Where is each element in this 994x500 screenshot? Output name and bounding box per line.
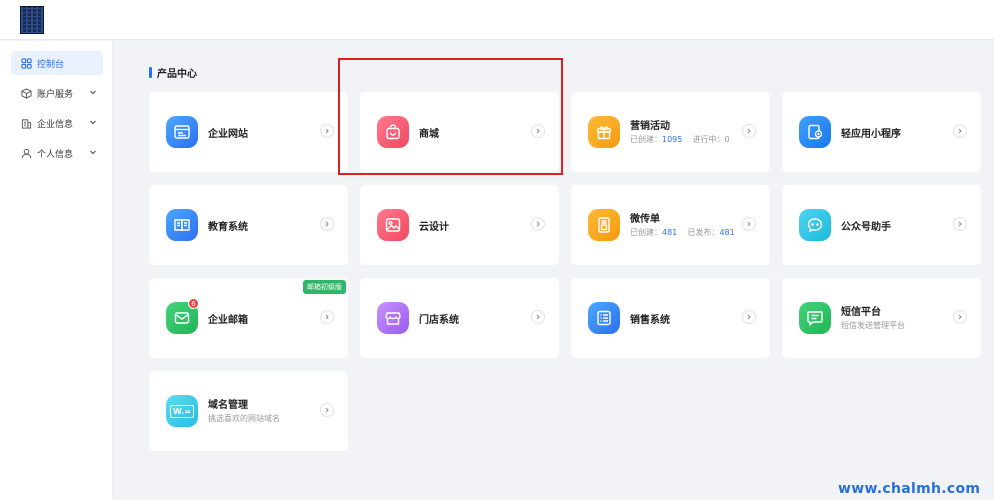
- created-count: 1095: [662, 135, 683, 144]
- chevron-right-icon[interactable]: [531, 217, 545, 231]
- user-icon: [21, 148, 32, 158]
- sidebar-item-personal-info[interactable]: 个人信息: [11, 141, 103, 165]
- chevron-right-icon[interactable]: [531, 124, 545, 138]
- image-icon: [377, 209, 409, 241]
- sidebar-item-account-service[interactable]: 账户服务: [11, 81, 103, 105]
- book-icon: [166, 209, 198, 241]
- building-icon: [21, 118, 32, 129]
- chevron-right-icon[interactable]: [953, 124, 967, 138]
- chevron-down-icon: [90, 120, 96, 125]
- card-name: 微传单: [630, 214, 660, 225]
- published-count: 481: [719, 228, 735, 237]
- card-name: 云设计: [419, 222, 449, 233]
- storefront-icon: [377, 302, 409, 334]
- card-name: 域名管理: [208, 400, 248, 411]
- in-progress-count: 0: [724, 135, 730, 144]
- card-sales-system[interactable]: 销售系统: [571, 278, 770, 358]
- chevron-right-icon[interactable]: [742, 124, 756, 138]
- card-domain-management[interactable]: W.= 域名管理 挑选喜欢的网站域名: [149, 371, 348, 451]
- card-name: 企业网站: [208, 129, 248, 140]
- card-name: 营销活动: [630, 121, 670, 132]
- card-stats: 已创建：1095 进行中：0: [630, 135, 730, 144]
- chevron-down-icon: [90, 90, 96, 95]
- unread-badge: 6: [188, 298, 199, 309]
- created-count: 481: [662, 228, 678, 237]
- top-bar: [0, 0, 994, 40]
- card-mini-program[interactable]: 轻应用小程序: [782, 92, 981, 172]
- card-name: 短信平台: [841, 307, 881, 318]
- shopping-bag-icon: [377, 116, 409, 148]
- chat-bubble-icon: [799, 209, 831, 241]
- card-enterprise-website[interactable]: 企业网站: [149, 92, 348, 172]
- card-name: 商城: [419, 129, 439, 140]
- card-cloud-design[interactable]: 云设计: [360, 185, 559, 265]
- card-name: 公众号助手: [841, 222, 891, 233]
- chevron-right-icon[interactable]: [742, 310, 756, 324]
- section-title-text: 产品中心: [157, 68, 197, 80]
- chevron-right-icon[interactable]: [953, 217, 967, 231]
- card-store-system[interactable]: 门店系统: [360, 278, 559, 358]
- sidebar-item-label: 个人信息: [37, 149, 74, 160]
- sidebar-item-dashboard[interactable]: 控制台: [11, 51, 103, 75]
- list-icon: [588, 302, 620, 334]
- card-stats: 已创建：481 已发布：481: [630, 228, 735, 237]
- card-marketing[interactable]: 营销活动 已创建：1095 进行中：0: [571, 92, 770, 172]
- card-name: 企业邮箱: [208, 315, 248, 326]
- card-name: 门店系统: [419, 315, 459, 326]
- card-education[interactable]: 教育系统: [149, 185, 348, 265]
- flyer-icon: [588, 209, 620, 241]
- chevron-right-icon[interactable]: [320, 403, 334, 417]
- chevron-right-icon[interactable]: [320, 124, 334, 138]
- gift-icon: [588, 116, 620, 148]
- logo[interactable]: [20, 6, 44, 34]
- chevron-right-icon[interactable]: [531, 310, 545, 324]
- sidebar: 控制台 账户服务 企业信息 个人信息: [0, 41, 113, 500]
- sidebar-item-label: 控制台: [37, 59, 65, 70]
- cube-icon: [21, 87, 32, 99]
- chevron-down-icon: [90, 150, 96, 155]
- domain-icon: W.=: [166, 395, 198, 427]
- card-description: 短信发送管理平台: [841, 321, 905, 330]
- card-name: 教育系统: [208, 222, 248, 233]
- chevron-right-icon[interactable]: [953, 310, 967, 324]
- card-wechat-assistant[interactable]: 公众号助手: [782, 185, 981, 265]
- mini-program-icon: [799, 116, 831, 148]
- domain-icon-text: W.=: [170, 404, 194, 418]
- grid-icon: [21, 57, 32, 69]
- chevron-right-icon[interactable]: [742, 217, 756, 231]
- card-enterprise-email[interactable]: 邮箱初级版 6 企业邮箱: [149, 278, 348, 358]
- card-description: 挑选喜欢的网站域名: [208, 414, 280, 423]
- card-micro-flyer[interactable]: 微传单 已创建：481 已发布：481: [571, 185, 770, 265]
- card-sms-platform[interactable]: 短信平台 短信发送管理平台: [782, 278, 981, 358]
- plan-ribbon: 邮箱初级版: [303, 280, 346, 294]
- message-icon: [799, 302, 831, 334]
- card-mall[interactable]: 商城: [360, 92, 559, 172]
- watermark: www.chalmh.com: [838, 481, 981, 497]
- sidebar-item-company-info[interactable]: 企业信息: [11, 111, 103, 135]
- sidebar-item-label: 企业信息: [37, 119, 74, 130]
- chevron-right-icon[interactable]: [320, 217, 334, 231]
- sidebar-item-label: 账户服务: [37, 89, 74, 100]
- section-title-bar: [149, 66, 152, 78]
- section-title: 产品中心: [149, 66, 197, 80]
- chevron-right-icon[interactable]: [320, 310, 334, 324]
- card-name: 轻应用小程序: [841, 129, 901, 140]
- card-name: 销售系统: [630, 315, 670, 326]
- website-icon: [166, 116, 198, 148]
